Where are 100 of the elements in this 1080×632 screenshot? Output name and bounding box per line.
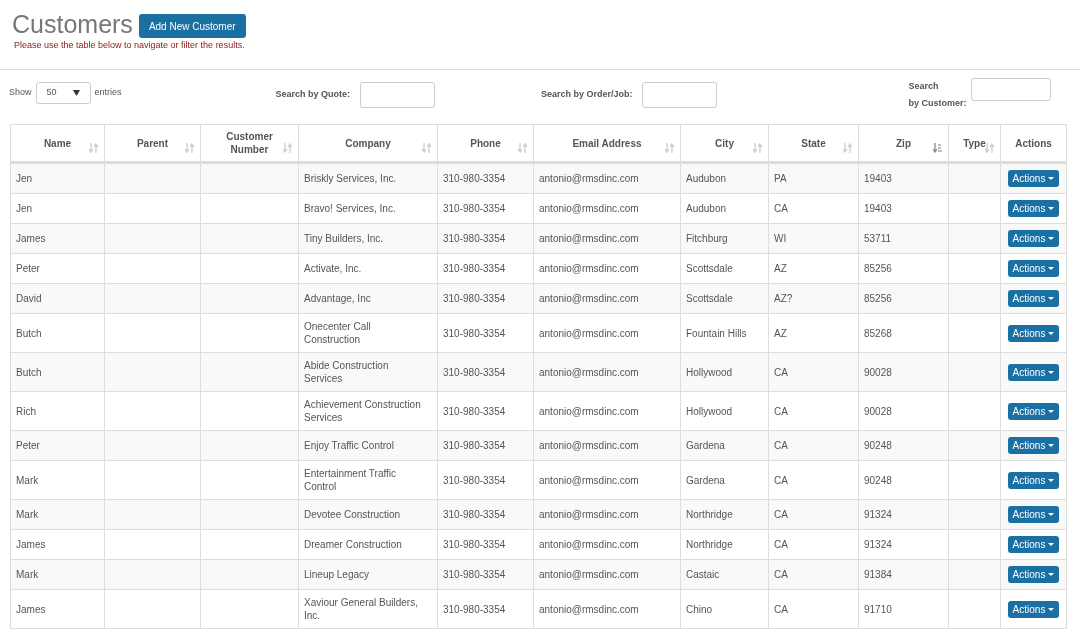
table-cell-text: Abide Construction Services [304, 359, 390, 386]
table-cell: Mark [16, 568, 39, 581]
table-cell: Scottsdale [686, 292, 733, 305]
table-cell: Rich [16, 404, 36, 418]
table-cell: 85268 [864, 326, 892, 340]
actions-button[interactable]: Actions [1007, 363, 1060, 381]
add-customer-button[interactable]: Add New Customer [138, 14, 246, 38]
column-header[interactable]: Customer Number [201, 125, 299, 161]
table-cell: Peter [16, 439, 40, 452]
order-search-label: Search by Order/Job: [541, 88, 633, 101]
column-header[interactable]: State [769, 125, 859, 161]
actions-button[interactable]: Actions [1007, 506, 1060, 523]
table-cell: 19403 [864, 202, 892, 215]
column-header[interactable]: Email Address [534, 125, 681, 161]
table-cell: 85256 [864, 262, 892, 275]
actions-button[interactable]: Actions [1007, 402, 1060, 420]
table-cell: antonio@rmsdinc.com [539, 568, 639, 581]
actions-button[interactable]: Actions [1007, 600, 1060, 618]
caret-icon [1048, 478, 1055, 482]
quote-search-field[interactable] [360, 82, 436, 108]
actions-button[interactable]: Actions [1007, 170, 1060, 187]
table-cell-text: Onecenter Call Construction [304, 320, 372, 347]
sort-icon [185, 143, 194, 153]
table-cell: antonio@rmsdinc.com [539, 404, 639, 418]
table-cell: Fountain Hills [686, 326, 747, 340]
customer-search-field[interactable] [970, 78, 1051, 101]
table-cell: CA [774, 439, 788, 452]
column-header[interactable]: Phone [438, 125, 534, 161]
sort-ascending-icon [933, 143, 942, 153]
table-cell: 310-980-3354 [443, 602, 506, 616]
caret-icon [1048, 267, 1055, 270]
table-cell-text: Devotee Construction [304, 508, 401, 522]
table-cell: Butch [16, 326, 42, 340]
table-cell: antonio@rmsdinc.com [539, 365, 639, 379]
customer-search-label: Search [908, 80, 940, 93]
table-cell-text: Achievement Construction Services [304, 398, 422, 425]
actions-button[interactable]: Actions [1007, 200, 1060, 217]
customer-search-label: by Customer: [908, 97, 967, 110]
column-header[interactable]: Type [949, 125, 1001, 161]
table-cell: CA [774, 365, 788, 379]
table-cell: 310-980-3354 [443, 473, 506, 487]
table-cell: Mark [16, 508, 39, 521]
caret-icon [1048, 207, 1055, 210]
caret-icon [1048, 444, 1055, 447]
caret-icon [1048, 237, 1055, 240]
table-cell: Fitchburg [686, 232, 728, 245]
table-cell: David [16, 292, 42, 305]
column-header[interactable]: Name [11, 125, 105, 161]
order-search-field[interactable] [641, 82, 717, 108]
table-cell: antonio@rmsdinc.com [539, 232, 639, 245]
table-cell: Scottsdale [686, 262, 733, 275]
sort-icon [422, 143, 431, 153]
actions-button[interactable]: Actions [1007, 290, 1060, 307]
entries-label: entries [94, 86, 122, 99]
actions-button[interactable]: Actions [1007, 471, 1060, 489]
column-header: Actions [1001, 125, 1067, 161]
actions-button[interactable]: Actions [1007, 437, 1060, 454]
table-cell: 90028 [864, 365, 892, 379]
table-cell: AZ? [774, 292, 793, 305]
column-header[interactable]: City [681, 125, 769, 161]
table-cell: Hollywood [686, 404, 733, 418]
table-cell: AZ [774, 262, 787, 275]
table-cell-text: Lineup Legacy [304, 568, 370, 582]
column-header[interactable]: Company [299, 125, 438, 161]
table-cell-text: Enjoy Traffic Control [304, 439, 394, 453]
table-cell: James [16, 602, 46, 616]
table-cell: AZ [774, 326, 787, 340]
actions-button[interactable]: Actions [1007, 324, 1060, 342]
table-cell: Gardena [686, 439, 725, 452]
table-cell: 310-980-3354 [443, 326, 506, 340]
table-cell: 90248 [864, 473, 892, 487]
table-cell: 310-980-3354 [443, 404, 506, 418]
sort-icon [985, 143, 994, 153]
table-cell: CA [774, 404, 788, 418]
table-cell: Northridge [686, 538, 733, 551]
sort-icon [843, 143, 852, 153]
page-title: Customers [12, 10, 133, 38]
table-cell: CA [774, 568, 788, 581]
actions-button[interactable]: Actions [1007, 536, 1060, 553]
actions-button[interactable]: Actions [1007, 566, 1060, 583]
table-cell: antonio@rmsdinc.com [539, 292, 639, 305]
sort-icon [518, 143, 527, 153]
entries-select[interactable]: 50 [35, 82, 91, 104]
caret-icon [1048, 513, 1055, 516]
column-header[interactable]: Parent [105, 125, 201, 161]
column-header[interactable]: Zip [859, 125, 949, 161]
table-cell: 91324 [864, 508, 892, 521]
actions-button[interactable]: Actions [1007, 230, 1060, 247]
table-cell: CA [774, 473, 788, 487]
table-cell: CA [774, 538, 788, 551]
caret-icon [1048, 573, 1055, 576]
table-cell: 19403 [864, 172, 892, 185]
table-cell-text: Activate, Inc. [304, 262, 362, 276]
table-cell-text: Briskly Services, Inc. [304, 172, 397, 186]
caret-icon [1048, 543, 1055, 546]
actions-button[interactable]: Actions [1007, 260, 1060, 277]
table-cell: antonio@rmsdinc.com [539, 326, 639, 340]
table-cell: Castaic [686, 568, 720, 581]
table-cell: 310-980-3354 [443, 262, 506, 275]
table-cell: 310-980-3354 [443, 568, 506, 581]
